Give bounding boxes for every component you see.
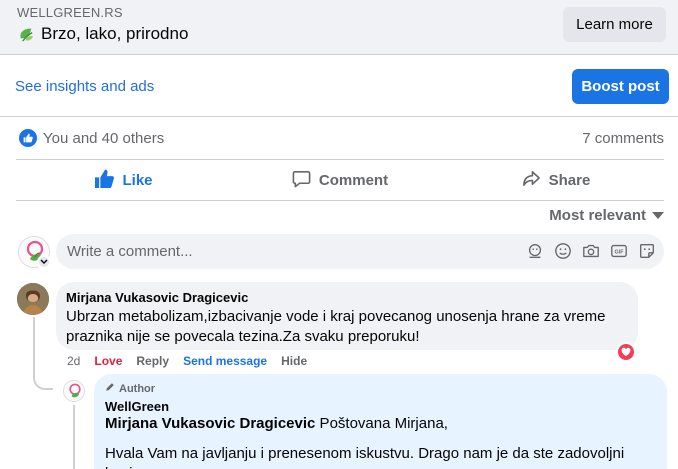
preview-title-row: Brzo, lako, prirodno: [17, 24, 188, 44]
comment-meta: 2d Love Reply Send message Hide: [67, 354, 307, 368]
reactions-text: You and 40 others: [43, 129, 165, 147]
reply-greeting: Poštovana Mirjana,: [315, 415, 448, 432]
like-button[interactable]: Like: [16, 160, 232, 200]
reply-author[interactable]: WellGreen: [105, 399, 169, 414]
learn-more-button[interactable]: Learn more: [563, 7, 666, 42]
boost-post-button[interactable]: Boost post: [572, 69, 669, 104]
link-preview[interactable]: WELLGREEN.RS Brzo, lako, prirodno Learn …: [0, 0, 678, 55]
thread-connector: [33, 317, 53, 390]
emoji-icon[interactable]: [553, 241, 572, 260]
avatar-sticker-icon[interactable]: [525, 241, 544, 260]
reply-button[interactable]: Reply: [136, 354, 169, 368]
reply-avatar[interactable]: [63, 380, 85, 402]
comment-sort-dropdown[interactable]: Most relevant: [549, 207, 664, 224]
love-button[interactable]: Love: [94, 354, 122, 368]
author-badge-label: Author: [119, 382, 156, 395]
reply-mention[interactable]: Mirjana Vukasovic Dragicevic: [105, 415, 315, 432]
comments-count[interactable]: 7 comments: [582, 130, 664, 147]
svg-text:GIF: GIF: [614, 249, 624, 255]
sticker-icon[interactable]: [637, 241, 656, 260]
comment-text: Ubrzan metabolizam,izbacivanje vode i kr…: [66, 308, 606, 345]
author-badge: Author: [105, 382, 155, 395]
caret-down-icon: [652, 207, 664, 224]
post-actions: Like Comment Share: [16, 160, 664, 200]
share-button[interactable]: Share: [448, 160, 664, 200]
leaf-icon: [17, 25, 36, 44]
avatar[interactable]: [17, 283, 49, 315]
send-message-button[interactable]: Send message: [183, 354, 267, 368]
camera-icon[interactable]: [581, 241, 600, 260]
preview-domain: WELLGREEN.RS: [17, 5, 123, 20]
share-label: Share: [548, 171, 591, 189]
like-reaction-icon: [19, 129, 37, 147]
share-arrow-icon: [522, 169, 541, 192]
comment-button[interactable]: Comment: [232, 160, 448, 200]
gif-icon[interactable]: GIF: [609, 241, 628, 260]
divider: [16, 200, 664, 201]
sort-label: Most relevant: [549, 207, 646, 224]
thumbs-up-icon: [95, 169, 115, 192]
see-insights-link[interactable]: See insights and ads: [15, 78, 154, 95]
reactions-summary[interactable]: You and 40 others: [19, 129, 164, 147]
divider: [0, 116, 678, 117]
comment-label: Comment: [318, 171, 389, 189]
reply-text: Hvala Vam na javljanju i prenesenom isku…: [105, 445, 625, 469]
comment-time[interactable]: 2d: [67, 354, 80, 368]
comment-bubble: Mirjana Vukasovic Dragicevic Ubrzan meta…: [56, 282, 638, 350]
speech-bubble-icon: [292, 169, 311, 192]
hide-button[interactable]: Hide: [281, 354, 307, 368]
heart-reaction-icon[interactable]: [616, 342, 636, 362]
post-panel: WELLGREEN.RS Brzo, lako, prirodno Learn …: [0, 0, 678, 469]
chevron-down-icon[interactable]: [37, 255, 51, 269]
comment-input[interactable]: Write a comment... GIF: [56, 234, 664, 269]
reply-bubble: Author WellGreen Mirjana Vukasovic Dragi…: [94, 374, 667, 469]
comment-author[interactable]: Mirjana Vukasovic Dragicevic: [66, 290, 248, 305]
composer-tools: GIF: [525, 241, 656, 260]
pencil-icon: [105, 382, 115, 395]
comment-input-placeholder: Write a comment...: [67, 243, 193, 260]
like-label: Like: [122, 171, 153, 189]
preview-title: Brzo, lako, prirodno: [41, 24, 189, 43]
reply-greeting-line: Mirjana Vukasovic Dragicevic Poštovana M…: [105, 415, 448, 432]
reply-connector: [73, 405, 75, 469]
